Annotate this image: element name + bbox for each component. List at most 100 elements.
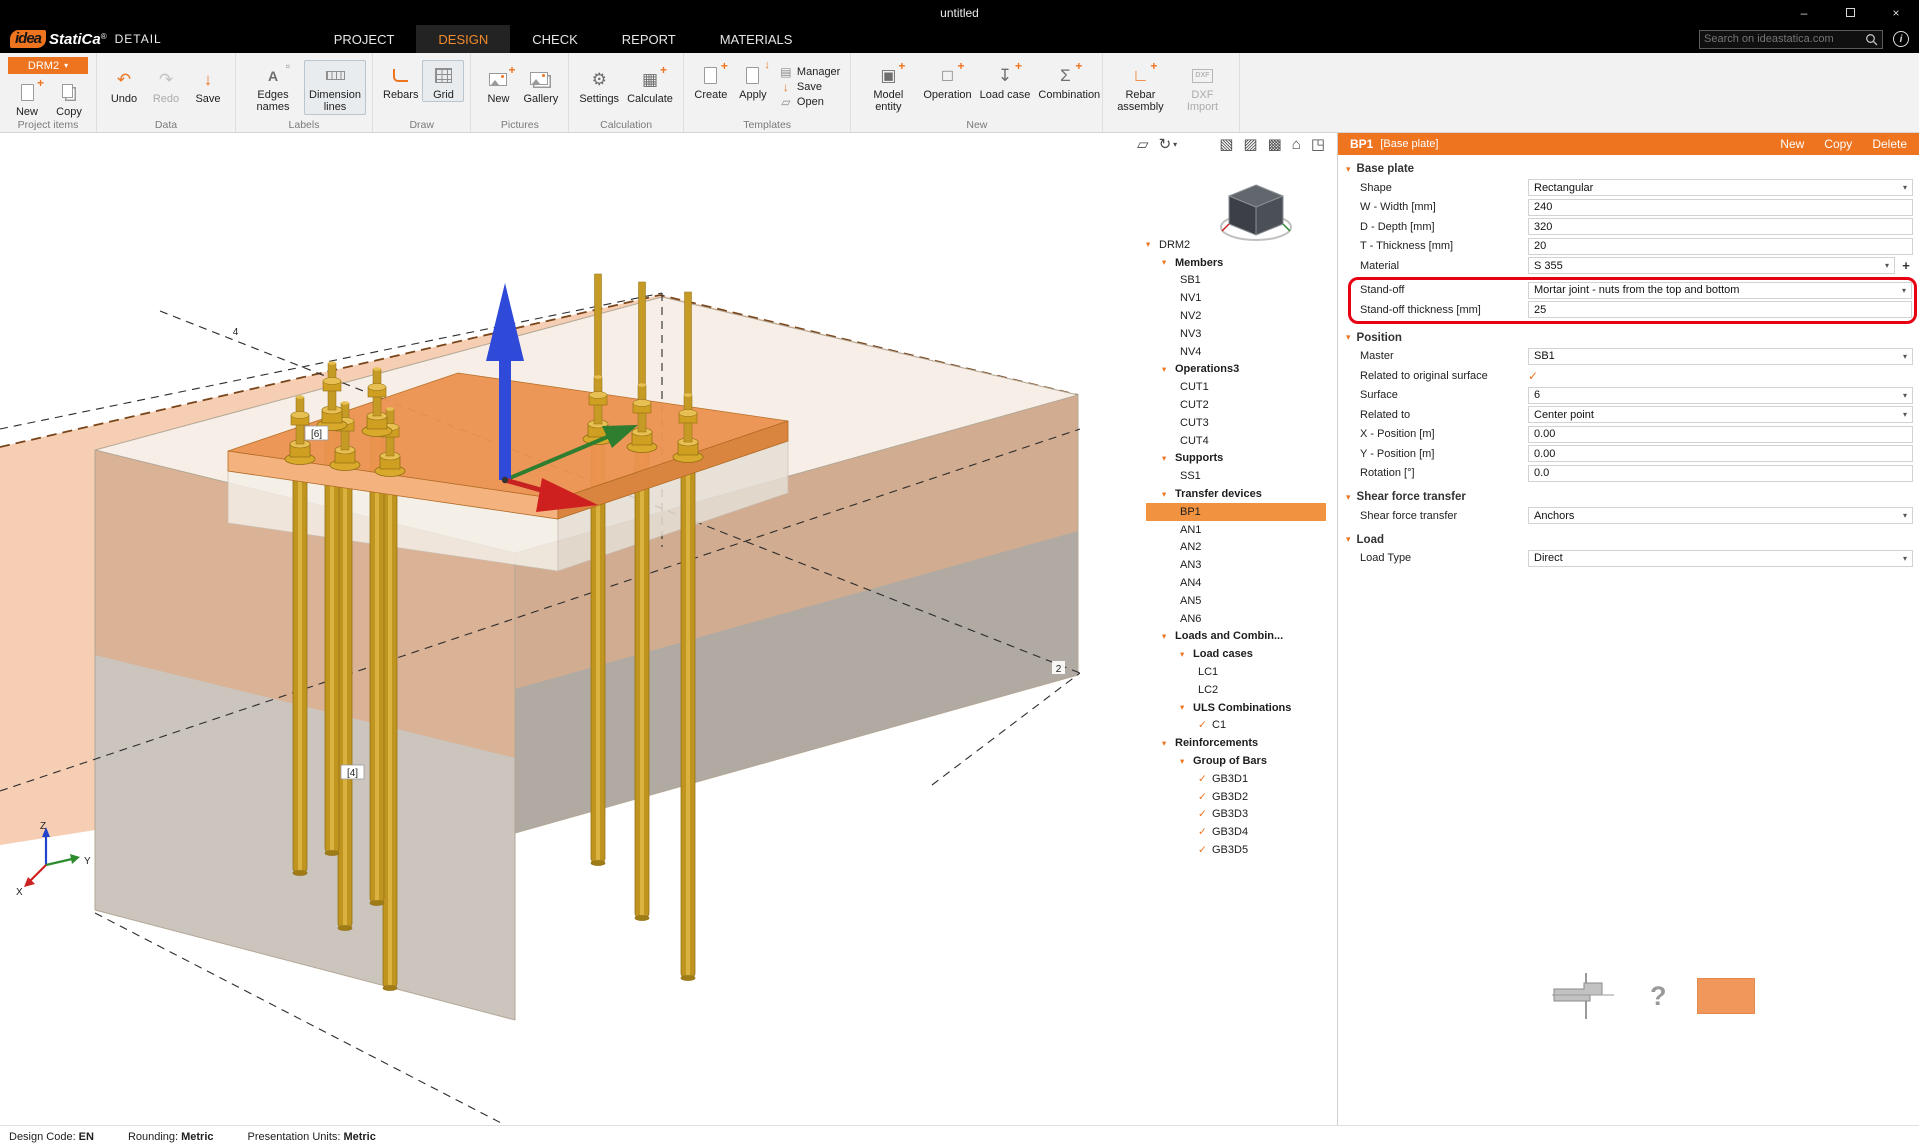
thickness-input[interactable]: 20 xyxy=(1528,238,1913,255)
add-material-button[interactable]: + xyxy=(1899,258,1913,273)
depth-input[interactable]: 320 xyxy=(1528,218,1913,235)
template-apply-button[interactable]: ↓ Apply xyxy=(732,60,774,102)
standoff-dropdown[interactable]: Mortar joint - nuts from the top and bot… xyxy=(1528,282,1912,299)
undo-button[interactable]: ↶ Undo xyxy=(103,64,145,106)
checkbox-checked-icon[interactable]: ✓ xyxy=(1198,719,1212,731)
section-shear-force-transfer[interactable]: ▾ Shear force transfer xyxy=(1346,491,1919,503)
gallery-button[interactable]: Gallery xyxy=(519,64,562,106)
calculate-button[interactable]: ▦+ Calculate xyxy=(623,64,677,106)
checkbox-checked-icon[interactable]: ✓ xyxy=(1198,844,1212,856)
save-button[interactable]: ↓ Save xyxy=(187,64,229,106)
tree-item-gb3d5[interactable]: ✓GB3D5 xyxy=(1146,841,1326,859)
standoff-thickness-input[interactable]: 25 xyxy=(1528,301,1912,318)
combination-button[interactable]: Σ+ Combination xyxy=(1034,60,1096,102)
dimension-lines-toggle[interactable]: Dimension lines xyxy=(304,60,366,115)
load-type-dropdown[interactable]: Direct▾ xyxy=(1528,550,1913,567)
edges-names-toggle[interactable]: A▫ Edges names xyxy=(242,60,304,115)
tab-project[interactable]: PROJECT xyxy=(312,25,417,53)
tree-item-gb3d3[interactable]: ✓GB3D3 xyxy=(1146,806,1326,824)
tab-check[interactable]: CHECK xyxy=(510,25,600,53)
tab-design[interactable]: DESIGN xyxy=(416,25,510,53)
template-open-button[interactable]: ▱ Open xyxy=(776,94,844,109)
rotation-input[interactable]: 0.0 xyxy=(1528,465,1913,482)
project-new-button[interactable]: + New xyxy=(6,77,48,119)
grid-toggle[interactable]: Grid xyxy=(422,60,464,102)
minimize-button[interactable]: – xyxy=(1781,0,1827,25)
search-icon[interactable] xyxy=(1865,33,1878,46)
tree-item-lc1[interactable]: LC1 xyxy=(1146,663,1326,681)
close-button[interactable]: × xyxy=(1873,0,1919,25)
tree-item-gb3d1[interactable]: ✓GB3D1 xyxy=(1146,770,1326,788)
material-dropdown[interactable]: S 355▾ xyxy=(1528,257,1895,274)
tree-item-loads-and-combinations[interactable]: ▾Loads and Combin... xyxy=(1146,628,1326,646)
chevron-down-icon[interactable]: ▾ xyxy=(1162,257,1175,268)
dxf-import-button[interactable]: DXF DXF Import xyxy=(1171,60,1233,115)
model-entity-button[interactable]: ▣+ Model entity xyxy=(857,60,919,115)
chevron-down-icon[interactable]: ▾ xyxy=(1162,489,1175,500)
shape-dropdown[interactable]: Rectangular▾ xyxy=(1528,179,1913,196)
template-create-button[interactable]: + Create xyxy=(690,60,732,102)
tree-item-an5[interactable]: AN5 xyxy=(1146,592,1326,610)
tree-item-gb3d2[interactable]: ✓GB3D2 xyxy=(1146,788,1326,806)
tree-item-an3[interactable]: AN3 xyxy=(1146,556,1326,574)
tree-item-uls-combinations[interactable]: ▾ULS Combinations xyxy=(1146,699,1326,717)
settings-button[interactable]: ⚙ Settings xyxy=(575,64,623,106)
width-input[interactable]: 240 xyxy=(1528,199,1913,216)
copy-item-button[interactable]: Copy xyxy=(1824,137,1852,151)
chevron-down-icon[interactable]: ▾ xyxy=(1162,453,1175,464)
tree-item-nv4[interactable]: NV4 xyxy=(1146,343,1326,361)
chevron-down-icon[interactable]: ▾ xyxy=(1162,364,1175,375)
3d-viewport[interactable]: [6] [4] 4 2 Z Y X ▱ xyxy=(0,133,1337,1125)
search-input[interactable] xyxy=(1704,33,1865,45)
redo-button[interactable]: ↷ Redo xyxy=(145,64,187,106)
tree-item-transfer-devices[interactable]: ▾Transfer devices xyxy=(1146,485,1326,503)
master-dropdown[interactable]: SB1▾ xyxy=(1528,348,1913,365)
chevron-down-icon[interactable]: ▾ xyxy=(1146,239,1159,250)
tree-item-nv3[interactable]: NV3 xyxy=(1146,325,1326,343)
picture-new-button[interactable]: + New xyxy=(477,64,519,106)
tree-item-ss1[interactable]: SS1 xyxy=(1146,467,1326,485)
x-position-input[interactable]: 0.00 xyxy=(1528,426,1913,443)
tree-item-an1[interactable]: AN1 xyxy=(1146,521,1326,539)
checkbox-checked-icon[interactable]: ✓ xyxy=(1198,826,1212,838)
related-to-dropdown[interactable]: Center point▾ xyxy=(1528,406,1913,423)
y-position-input[interactable]: 0.00 xyxy=(1528,445,1913,462)
checkbox-checked-icon[interactable]: ✓ xyxy=(1198,773,1212,785)
tree-item-cut3[interactable]: CUT3 xyxy=(1146,414,1326,432)
tree-item-group-of-bars[interactable]: ▾Group of Bars xyxy=(1146,752,1326,770)
rebar-assembly-button[interactable]: ∟+ Rebar assembly xyxy=(1109,60,1171,115)
tree-item-an6[interactable]: AN6 xyxy=(1146,610,1326,628)
tree-item-load-cases[interactable]: ▾Load cases xyxy=(1146,645,1326,663)
maximize-button[interactable] xyxy=(1827,0,1873,25)
tree-item-c1[interactable]: ✓C1 xyxy=(1146,717,1326,735)
tree-item-members[interactable]: ▾Members xyxy=(1146,254,1326,272)
project-copy-button[interactable]: Copy xyxy=(48,77,90,119)
tree-item-cut4[interactable]: CUT4 xyxy=(1146,432,1326,450)
template-manager-button[interactable]: ▤ Manager xyxy=(776,64,844,79)
delete-item-button[interactable]: Delete xyxy=(1872,137,1907,151)
tree-item-cut1[interactable]: CUT1 xyxy=(1146,378,1326,396)
section-load[interactable]: ▾ Load xyxy=(1346,534,1919,546)
chevron-down-icon[interactable]: ▾ xyxy=(1162,631,1175,642)
tree-item-lc2[interactable]: LC2 xyxy=(1146,681,1326,699)
tree-item-an4[interactable]: AN4 xyxy=(1146,574,1326,592)
search-box[interactable] xyxy=(1699,30,1883,49)
tree-item-reinforcements[interactable]: ▾Reinforcements xyxy=(1146,734,1326,752)
tree-item-an2[interactable]: AN2 xyxy=(1146,539,1326,557)
chevron-down-icon[interactable]: ▾ xyxy=(1180,756,1193,767)
chevron-down-icon[interactable]: ▾ xyxy=(1180,649,1193,660)
chevron-down-icon[interactable]: ▾ xyxy=(1180,702,1193,713)
tree-item-nv1[interactable]: NV1 xyxy=(1146,289,1326,307)
tree-item-operations[interactable]: ▾Operations3 xyxy=(1146,361,1326,379)
tree-item-supports[interactable]: ▾Supports xyxy=(1146,450,1326,468)
tree-item-nv2[interactable]: NV2 xyxy=(1146,307,1326,325)
operation-button[interactable]: □+ Operation xyxy=(919,60,975,102)
project-selector-dropdown[interactable]: DRM2 ▾ xyxy=(8,57,88,74)
checkbox-checked-icon[interactable]: ✓ xyxy=(1198,808,1212,820)
info-icon[interactable]: i xyxy=(1893,31,1909,47)
load-case-button[interactable]: ↧+ Load case xyxy=(976,60,1035,102)
tab-report[interactable]: REPORT xyxy=(600,25,698,53)
surface-dropdown[interactable]: 6▾ xyxy=(1528,387,1913,404)
section-position[interactable]: ▾ Position xyxy=(1346,332,1919,344)
tree-item-cut2[interactable]: CUT2 xyxy=(1146,396,1326,414)
